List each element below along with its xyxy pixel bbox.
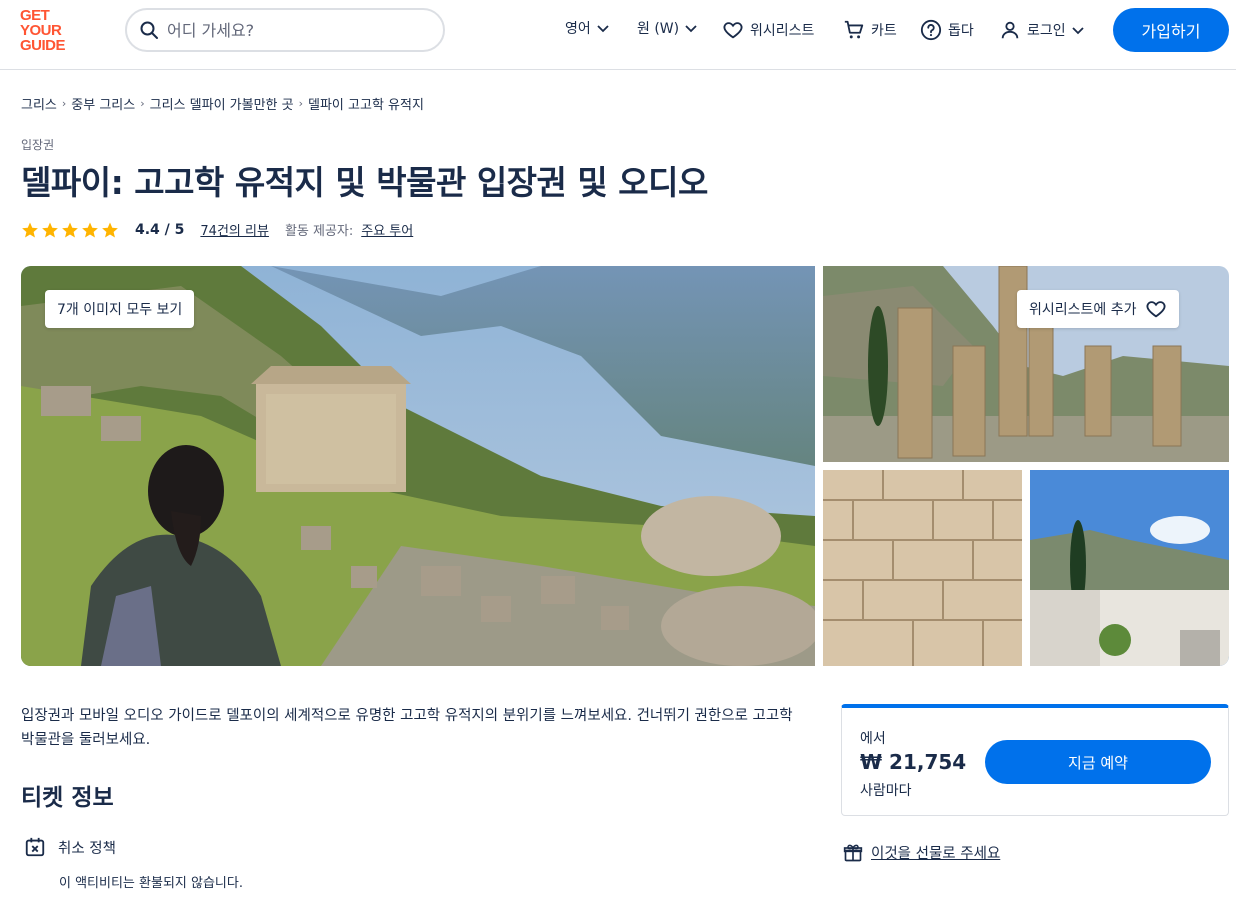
- price-from-label: 에서: [860, 731, 886, 747]
- cancellation-text: 이 액티비티는 환불되지 않습니다.: [59, 876, 243, 891]
- museum-image: [1030, 470, 1229, 666]
- help-icon: [920, 19, 942, 41]
- stone-wall-image: [823, 470, 1022, 666]
- photo-museum[interactable]: [1030, 470, 1229, 666]
- logo-line-2: YOUR: [20, 22, 62, 39]
- chevron-right-icon: ›: [61, 97, 67, 110]
- view-all-images-button[interactable]: 7개 이미지 모두 보기: [45, 290, 195, 328]
- star-rating: [21, 221, 119, 239]
- chevron-right-icon: ›: [298, 97, 304, 110]
- add-to-wishlist-label: 위시리스트에 추가: [1029, 302, 1137, 318]
- wishlist-label: 위시리스트: [750, 23, 815, 39]
- breadcrumb-item[interactable]: 중부 그리스: [71, 94, 135, 113]
- reviews-count: 74: [200, 224, 217, 239]
- calendar-x-icon: [25, 837, 45, 857]
- ticket-info-heading: 티켓 정보: [21, 785, 114, 811]
- activity-category: 입장권: [21, 138, 55, 152]
- cart-icon: [844, 20, 864, 39]
- price-value: ₩ 21,754: [860, 750, 967, 774]
- gift-label: 이것을 선물로 주세요: [871, 846, 1001, 862]
- chevron-down-icon: [685, 25, 697, 33]
- language-selector[interactable]: 영어: [565, 18, 611, 38]
- chevron-down-icon: [1072, 27, 1084, 35]
- search-icon: [140, 21, 158, 39]
- rating-row: 4.4 / 5 74건의 리뷰 활동 제공자: 주요 투어: [21, 220, 413, 239]
- photo-stone-wall[interactable]: [823, 470, 1022, 666]
- wishlist-link[interactable]: 위시리스트: [722, 19, 814, 41]
- main-photo[interactable]: 7개 이미지 모두 보기: [21, 266, 815, 666]
- photo-temple-columns[interactable]: 위시리스트에 추가: [823, 266, 1229, 462]
- login-menu[interactable]: 로그인: [999, 19, 1086, 41]
- cancellation-policy-row: 취소 정책: [24, 836, 116, 858]
- search-bar[interactable]: [125, 8, 445, 52]
- reviews-link[interactable]: 74건의 리뷰: [200, 220, 269, 239]
- user-icon: [1001, 21, 1019, 39]
- gift-link[interactable]: 이것을 선물로 주세요: [843, 842, 1000, 863]
- help-link[interactable]: 돕다: [920, 19, 974, 41]
- breadcrumb-item[interactable]: 델파이 고고학 유적지: [308, 94, 424, 113]
- star-icon: [42, 222, 58, 237]
- star-icon: [22, 222, 38, 237]
- chevron-down-icon: [597, 25, 609, 33]
- currency-label: 원 (W): [637, 21, 680, 37]
- cart-link[interactable]: 카트: [843, 19, 897, 41]
- heart-icon: [1145, 301, 1166, 318]
- top-header: GET YOUR GUIDE 영어 원 (W) 위시리스트 카트 돕다 로그인 …: [0, 0, 1236, 70]
- reviews-suffix: 건의 리뷰: [216, 224, 269, 239]
- login-label: 로그인: [1027, 23, 1066, 39]
- add-to-wishlist-button[interactable]: 위시리스트에 추가: [1017, 290, 1179, 328]
- star-icon: [102, 222, 118, 237]
- signup-button[interactable]: 가입하기: [1113, 8, 1229, 52]
- star-icon: [62, 222, 78, 237]
- star-icon: [82, 222, 98, 237]
- rating-value: 4.4 / 5: [135, 221, 185, 238]
- gift-icon: [843, 844, 863, 861]
- heart-icon: [723, 22, 743, 39]
- cart-label: 카트: [871, 23, 897, 39]
- book-now-button[interactable]: 지금 예약: [985, 740, 1211, 784]
- provider-label: 활동 제공자:: [284, 224, 354, 239]
- page-title: 델파이: 고고학 유적지 및 박물관 입장권 및 오디오: [21, 163, 708, 202]
- provider-link[interactable]: 주요 투어: [361, 220, 413, 239]
- language-label: 영어: [565, 21, 591, 37]
- price-per-label: 사람마다: [860, 783, 912, 799]
- booking-card: 에서 ₩ 21,754 사람마다 지금 예약: [841, 704, 1229, 816]
- currency-selector[interactable]: 원 (W): [637, 18, 699, 38]
- logo-line-1: GET: [20, 7, 50, 24]
- help-label: 돕다: [948, 23, 974, 39]
- breadcrumb-item[interactable]: 그리스: [21, 94, 57, 113]
- getyourguide-logo[interactable]: GET YOUR GUIDE: [20, 8, 78, 54]
- activity-description: 입장권과 모바일 오디오 가이드로 델포이의 세계적으로 유명한 고고학 유적지…: [21, 708, 793, 748]
- chevron-right-icon: ›: [140, 97, 145, 110]
- breadcrumb: 그리스 › 중부 그리스 › 그리스 델파이 가볼만한 곳 › 델파이 고고학 …: [21, 94, 424, 113]
- cancellation-title: 취소 정책: [58, 840, 116, 857]
- logo-line-3: GUIDE: [20, 37, 66, 54]
- search-input[interactable]: [167, 20, 417, 40]
- breadcrumb-item[interactable]: 그리스 델파이 가볼만한 곳: [150, 94, 294, 113]
